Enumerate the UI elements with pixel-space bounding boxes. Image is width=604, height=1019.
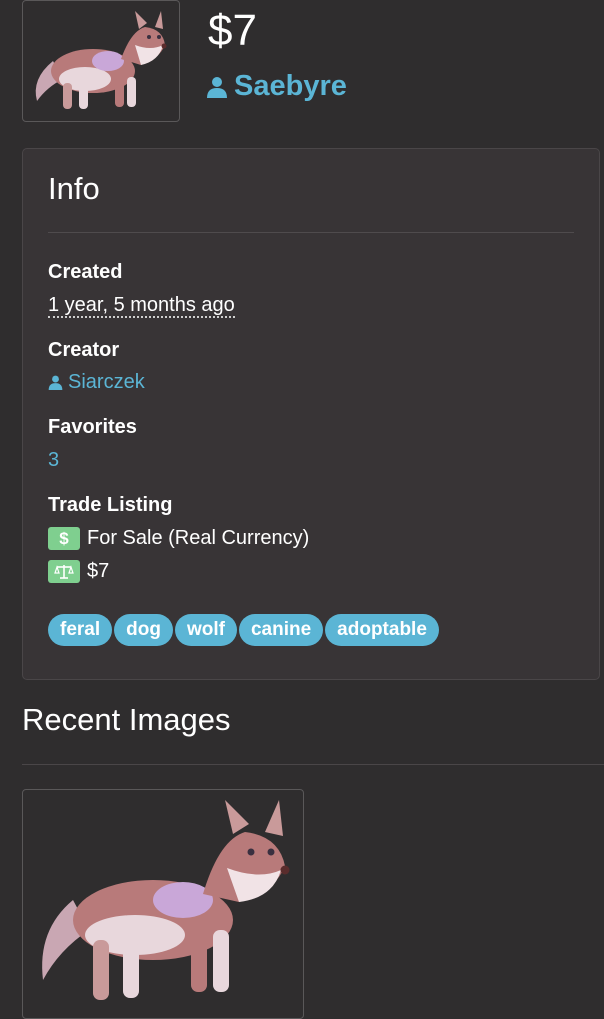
wolf-illustration [35,11,167,109]
tag-canine[interactable]: canine [238,614,324,646]
trade-listing-label: Trade Listing [48,494,173,516]
scale-icon [48,560,80,583]
tag-wolf[interactable]: wolf [174,614,237,646]
info-title: Info [48,171,100,206]
tag-feral[interactable]: feral [48,614,113,646]
trade-type-row: $ For Sale (Real Currency) [48,527,309,550]
info-card: Info Created 1 year, 5 months ago Creato… [22,148,600,680]
user-icon [48,375,63,390]
price-title: $7 [208,6,257,55]
character-thumbnail[interactable] [22,0,180,122]
owner-link[interactable]: Saebyre [206,70,347,103]
user-icon [207,76,227,98]
recent-image-thumbnail[interactable] [22,789,304,1019]
dollar-icon: $ [48,527,80,550]
trade-price: $7 [87,560,110,582]
divider [48,232,574,233]
divider [22,764,604,765]
created-label: Created [48,261,123,283]
creator-name: Siarczek [68,371,145,393]
creator-label: Creator [48,339,120,361]
tag-dog[interactable]: dog [114,614,173,646]
created-value[interactable]: 1 year, 5 months ago [48,294,235,318]
owner-name: Saebyre [234,70,347,102]
wolf-illustration [42,800,290,1000]
tag-adoptable[interactable]: adoptable [325,614,439,646]
trade-price-row: $7 [48,560,109,583]
creator-link[interactable]: Siarczek [48,371,145,394]
recent-images-title: Recent Images [22,702,231,737]
trade-type: For Sale (Real Currency) [87,527,310,549]
favorites-label: Favorites [48,416,137,438]
favorites-count[interactable]: 3 [48,449,59,472]
tag-list: feral dog wolf canine adoptable [48,614,441,646]
